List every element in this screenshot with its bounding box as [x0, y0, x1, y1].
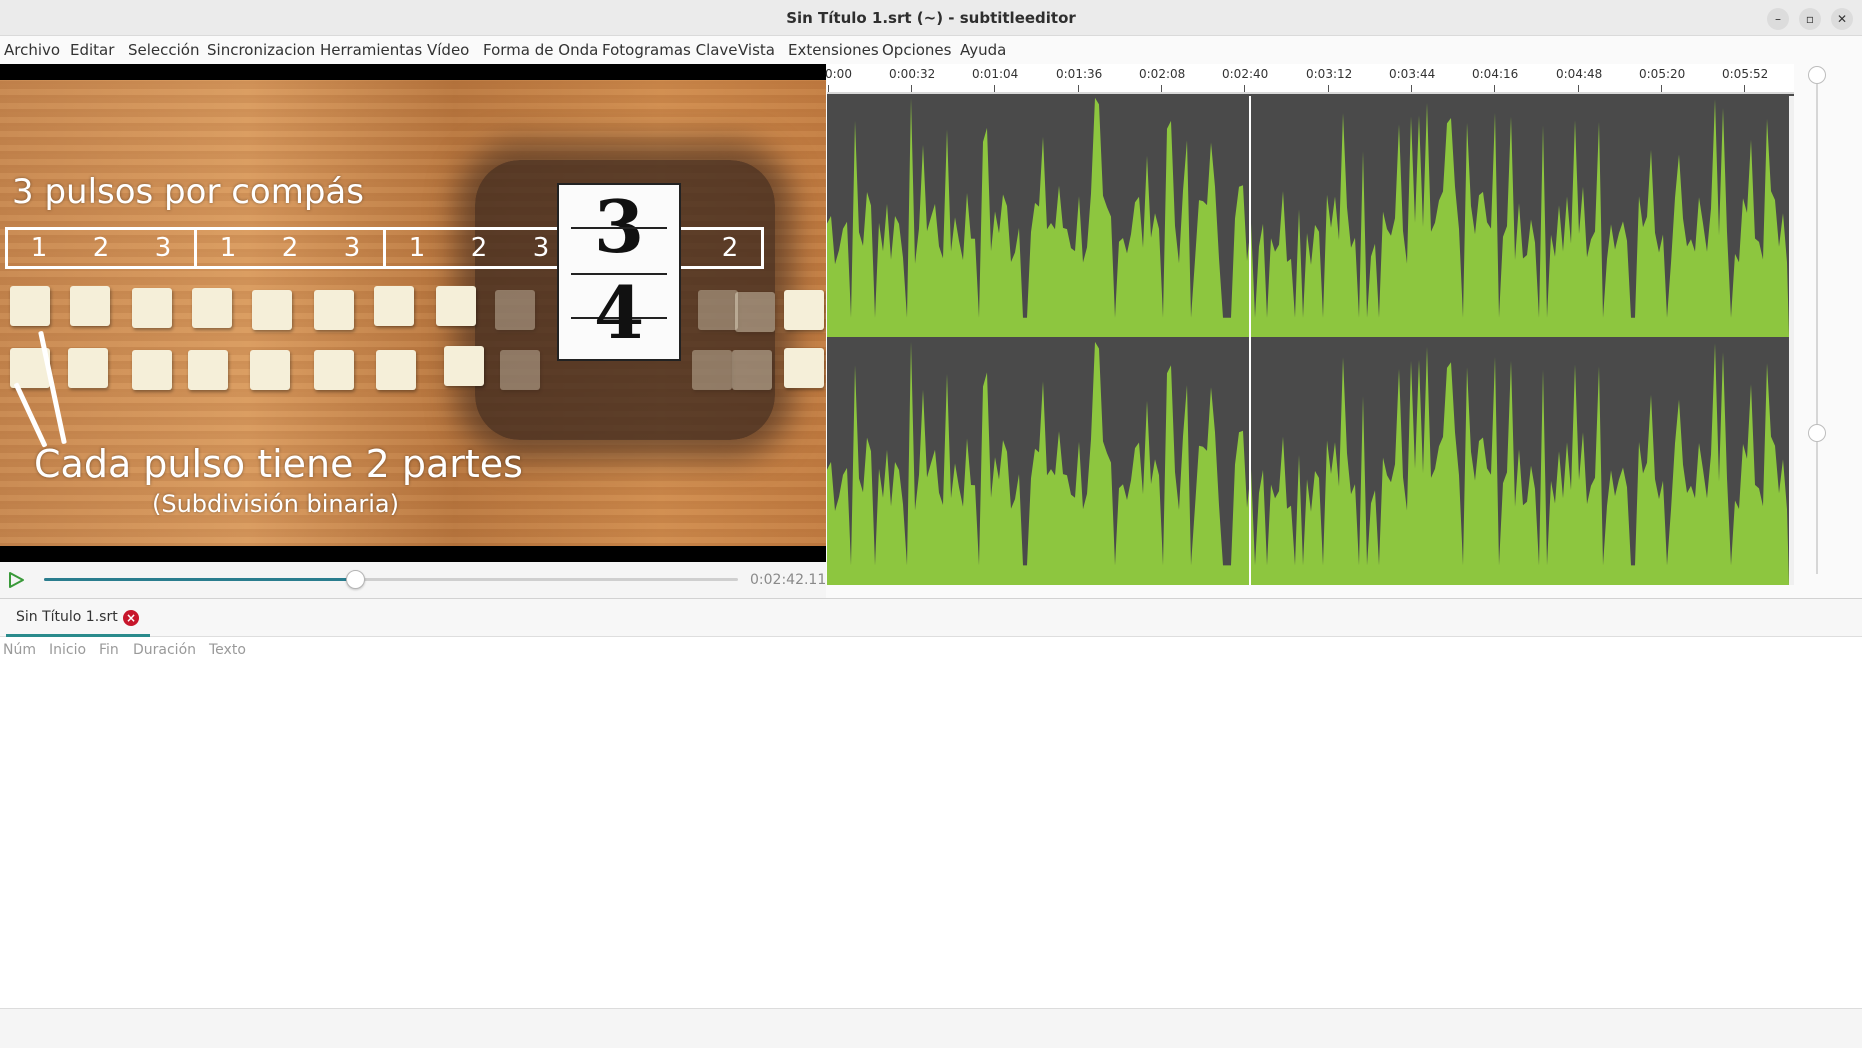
menu-sincronizacion[interactable]: Sincronizacion — [207, 41, 315, 59]
menu-fotogramas-clave[interactable]: Fotogramas Clave — [602, 41, 738, 59]
maximize-button[interactable]: ▫ — [1799, 8, 1821, 30]
time-ruler[interactable]: 0:00 0:00:32 0:01:04 0:01:36 0:02:08 0:0… — [825, 64, 1794, 94]
menu-seleccion[interactable]: Selección — [128, 41, 200, 59]
waveform-channels — [827, 96, 1794, 585]
player-controls: 0:02:42.111 — [0, 562, 835, 598]
zoom-slider[interactable] — [1807, 64, 1827, 585]
column-inicio[interactable]: Inicio — [49, 642, 86, 658]
seek-progress — [44, 578, 357, 581]
menu-bar: Archivo Editar Selección Sincronizacion … — [0, 36, 1862, 64]
zoom-knob-top[interactable] — [1808, 66, 1826, 84]
tab-label: Sin Título 1.srt — [16, 609, 118, 625]
menu-extensiones[interactable]: Extensiones — [788, 41, 879, 59]
title-bar: Sin Título 1.srt (~) - subtitleeditor – … — [0, 0, 1862, 36]
minimize-button[interactable]: – — [1767, 8, 1789, 30]
column-num[interactable]: Núm — [3, 642, 36, 658]
column-fin[interactable]: Fin — [99, 642, 119, 658]
zoom-knob[interactable] — [1808, 424, 1826, 442]
menu-archivo[interactable]: Archivo — [4, 41, 60, 59]
menu-herramientas[interactable]: Herramientas — [320, 41, 422, 59]
column-duracion[interactable]: Duración — [133, 642, 196, 658]
video-frame: 3 pulsos por compás 1 2 3 1 2 3 1 2 3 3 … — [0, 80, 826, 546]
menu-editar[interactable]: Editar — [70, 41, 114, 59]
tab-sin-titulo[interactable]: Sin Título 1.srt × — [0, 599, 150, 637]
window-title: Sin Título 1.srt (~) - subtitleeditor — [786, 9, 1076, 27]
menu-forma-de-onda[interactable]: Forma de Onda — [483, 41, 598, 59]
menu-video[interactable]: Vídeo — [427, 41, 469, 59]
play-icon[interactable] — [6, 570, 26, 590]
video-overlay-title: 3 pulsos por compás — [12, 172, 364, 212]
menu-ayuda[interactable]: Ayuda — [960, 41, 1006, 59]
status-bar — [0, 1008, 1862, 1048]
current-time: 0:02:42.111 — [750, 572, 836, 588]
time-signature-card: 3 4 — [557, 183, 681, 361]
waveform-view[interactable]: 0:00 0:00:32 0:01:04 0:01:36 0:02:08 0:0… — [825, 64, 1794, 585]
seek-handle[interactable] — [346, 570, 366, 589]
video-player[interactable]: 3 pulsos por compás 1 2 3 1 2 3 1 2 3 3 … — [0, 64, 826, 562]
menu-opciones[interactable]: Opciones — [882, 41, 951, 59]
subtitle-panel: Sin Título 1.srt × Núm Inicio Fin Duraci… — [0, 598, 1862, 1008]
column-texto[interactable]: Texto — [209, 642, 246, 658]
close-icon[interactable]: × — [123, 610, 139, 626]
video-overlay-caption: Cada pulso tiene 2 partes — [34, 442, 523, 486]
time-signature-bottom: 4 — [593, 270, 645, 355]
close-window-button[interactable]: ✕ — [1831, 8, 1853, 30]
menu-vista[interactable]: Vista — [738, 41, 775, 59]
document-tabs: Sin Título 1.srt × — [0, 599, 1862, 637]
video-overlay-subcaption: (Subdivisión binaria) — [152, 490, 399, 518]
